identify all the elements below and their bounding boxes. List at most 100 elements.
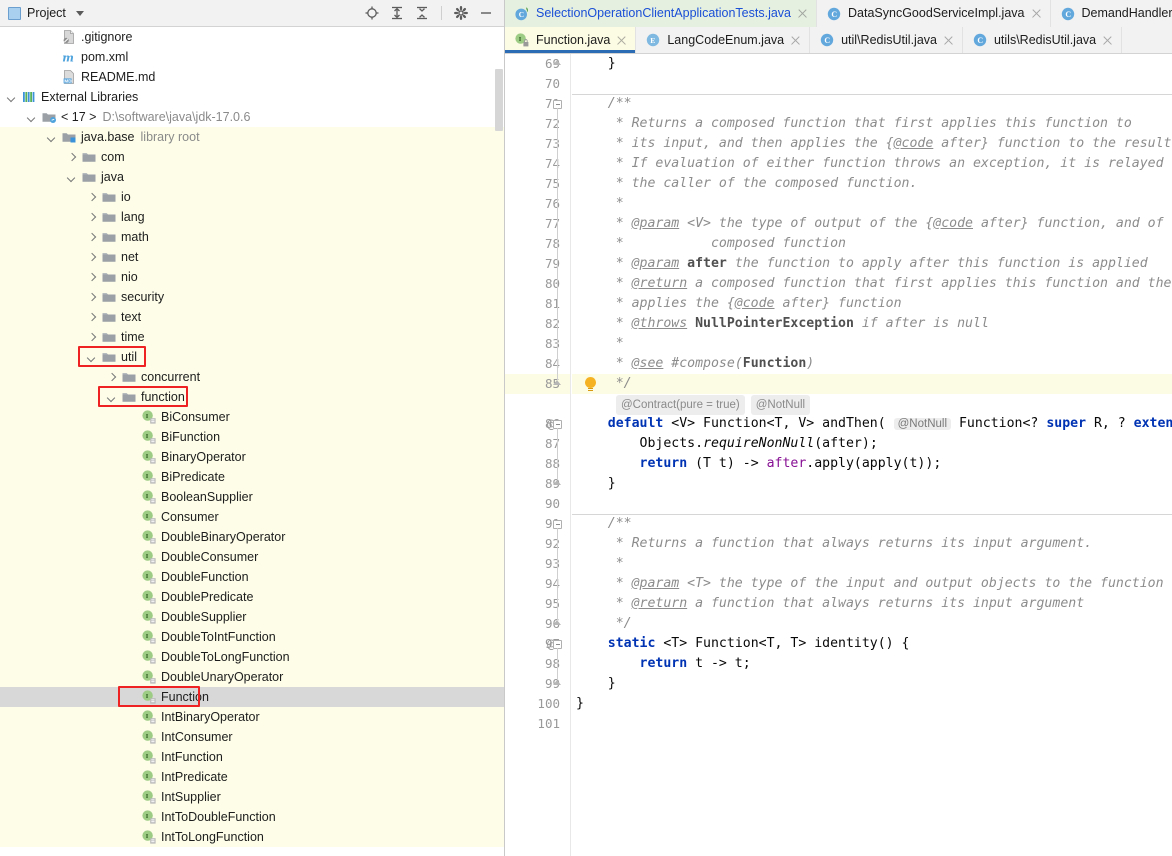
code-fold-up-marker[interactable] [553,680,561,685]
tree-item-lang[interactable]: lang [0,207,504,227]
tree-item-IntToDoubleFunction[interactable]: I IntToDoubleFunction [0,807,504,827]
settings-gear-icon[interactable] [453,5,469,21]
close-tab-icon[interactable] [616,35,627,46]
tree-item-concurrent[interactable]: concurrent [0,367,504,387]
tree-item-nio[interactable]: nio [0,267,504,287]
tree-item-DoubleFunction[interactable]: I DoubleFunction [0,567,504,587]
tree-item-IntSupplier[interactable]: I IntSupplier [0,787,504,807]
intention-bulb-icon[interactable] [585,377,596,391]
jdk-icon [41,109,57,125]
editor-tab[interactable]: C SelectionOperationClientApplicationTest… [505,0,818,27]
chevron-down-icon[interactable] [86,352,97,363]
close-tab-icon[interactable] [797,8,808,19]
chevron-right-icon[interactable] [86,332,97,343]
close-tab-icon[interactable] [790,35,801,46]
tree-item-security[interactable]: security [0,287,504,307]
enum-icon: E [645,32,661,48]
locate-icon[interactable] [364,5,380,21]
tree-item-BiConsumer[interactable]: I BiConsumer [0,407,504,427]
chevron-down-icon[interactable] [6,92,17,103]
tree-item-BinaryOperator[interactable]: I BinaryOperator [0,447,504,467]
tree-item-DoubleConsumer[interactable]: I DoubleConsumer [0,547,504,567]
close-tab-icon[interactable] [1031,8,1042,19]
tree-item-IntPredicate[interactable]: I IntPredicate [0,767,504,787]
tree-item-DoubleUnaryOperator[interactable]: I DoubleUnaryOperator [0,667,504,687]
tree-item-gitignore[interactable]: .gitignore [0,27,504,47]
editor-tab[interactable]: C DemandHandler.java [1050,0,1172,27]
tree-item-pomxml[interactable]: m pom.xml [0,47,504,67]
tree-item-IntBinaryOperator[interactable]: I IntBinaryOperator [0,707,504,727]
tree-item-Consumer[interactable]: I Consumer [0,507,504,527]
tree-item-DoublePredicate[interactable]: I DoublePredicate [0,587,504,607]
tree-item-util[interactable]: util [0,347,504,367]
editor-tab[interactable]: Cutils\RedisUtil.java [962,27,1123,53]
tree-item-DoubleToIntFunction[interactable]: I DoubleToIntFunction [0,627,504,647]
chevron-right-icon[interactable] [106,372,117,383]
tree-item-IntFunction[interactable]: I IntFunction [0,747,504,767]
tree-item-io[interactable]: io [0,187,504,207]
chevron-right-icon[interactable] [86,312,97,323]
code-content[interactable]: } /** * Returns a composed function that… [571,54,1172,856]
code-fold-up-marker[interactable] [553,620,561,625]
tree-item-DoubleSupplier[interactable]: I DoubleSupplier [0,607,504,627]
tree-item-javabase[interactable]: java.base library root [0,127,504,147]
interface-icon: I [141,549,157,565]
chevron-down-icon[interactable] [46,132,57,143]
tree-item-DoubleBinaryOperator[interactable]: I DoubleBinaryOperator [0,527,504,547]
chevron-right-icon[interactable] [66,152,77,163]
chevron-right-icon[interactable] [86,272,97,283]
tree-item-Function[interactable]: I Function [0,687,504,707]
interface-icon: I [141,489,157,505]
tree-item-jdk17[interactable]: < 17 > D:\software\java\jdk-17.0.6 [0,107,504,127]
chevron-right-icon[interactable] [86,192,97,203]
chevron-right-icon[interactable] [86,232,97,243]
tree-item-BiPredicate[interactable]: I BiPredicate [0,467,504,487]
code-fold-up-marker[interactable] [553,380,561,385]
tree-item-function[interactable]: function [0,387,504,407]
code-fold-up-marker[interactable] [553,480,561,485]
chevron-right-icon[interactable] [86,212,97,223]
annotation-chip[interactable]: @Contract(pure = true) [616,395,745,415]
project-tree-scrollbar[interactable] [494,27,504,856]
chevron-right-icon[interactable] [86,252,97,263]
code-editor[interactable]: 697071727374757677787980818283848586@878… [505,54,1172,856]
close-tab-icon[interactable] [1102,35,1113,46]
chevron-down-icon[interactable] [26,112,37,123]
editor-tab[interactable]: I Function.java [505,27,637,53]
chevron-down-icon[interactable] [66,172,77,183]
annotation-chip[interactable]: @NotNull [750,395,811,415]
tree-item-label: DoubleSupplier [161,610,247,624]
hide-window-icon[interactable] [478,5,494,21]
tree-item-IntToLongFunction[interactable]: I IntToLongFunction [0,827,504,847]
editor-gutter[interactable]: 697071727374757677787980818283848586@878… [505,54,571,856]
editor-tab[interactable]: C DataSyncGoodServiceImpl.java [817,0,1051,27]
folder-icon [101,209,117,225]
close-tab-icon[interactable] [943,35,954,46]
tree-item-label: text [121,310,142,324]
expand-all-icon[interactable] [389,5,405,21]
tree-item-com[interactable]: com [0,147,504,167]
tree-item-DoubleToLongFunction[interactable]: I DoubleToLongFunction [0,647,504,667]
code-fold-up-marker[interactable] [553,60,561,65]
project-tree-scrollbar-thumb[interactable] [495,69,503,131]
chevron-down-icon[interactable] [75,10,84,16]
tree-item-text[interactable]: text [0,307,504,327]
collapse-all-icon[interactable] [414,5,430,21]
tree-item-extlibs[interactable]: External Libraries [0,87,504,107]
chevron-right-icon[interactable] [86,292,97,303]
tree-item-BooleanSupplier[interactable]: I BooleanSupplier [0,487,504,507]
tree-item-BiFunction[interactable]: I BiFunction [0,427,504,447]
project-title-group[interactable]: Project [8,6,84,20]
tree-item-label: DoubleToIntFunction [161,630,276,644]
editor-tab[interactable]: E LangCodeEnum.java [636,27,811,53]
tree-item-IntConsumer[interactable]: I IntConsumer [0,727,504,747]
tree-item-readme[interactable]: MD README.md [0,67,504,87]
tree-item-net[interactable]: net [0,247,504,267]
tree-item-java[interactable]: java [0,167,504,187]
editor-tab[interactable]: Cutil\RedisUtil.java [810,27,963,53]
chevron-down-icon[interactable] [106,392,117,403]
tree-item-time[interactable]: time [0,327,504,347]
project-tree[interactable]: .gitignore m pom.xml MD README.md External Li… [0,27,504,856]
tree-item-math[interactable]: math [0,227,504,247]
